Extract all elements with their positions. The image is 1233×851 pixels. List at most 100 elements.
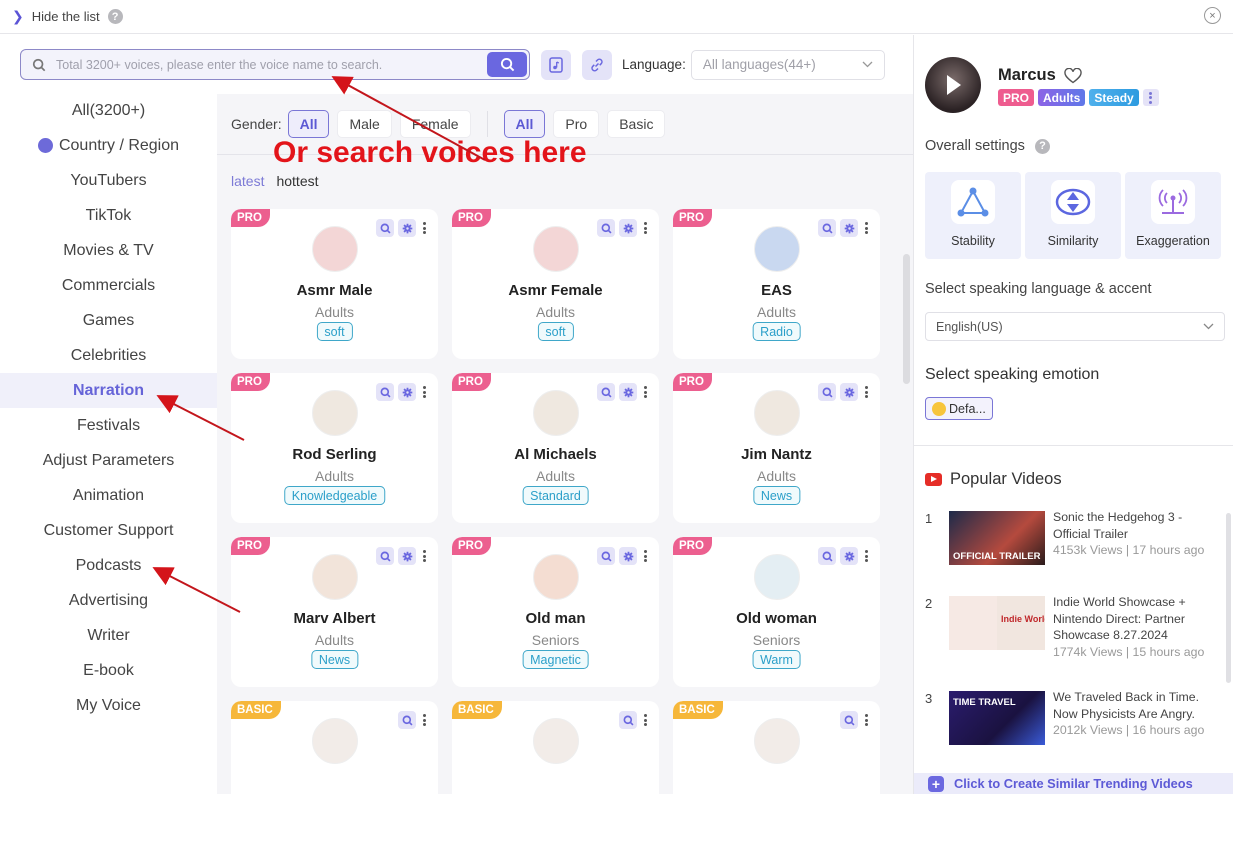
voice-list-scrollbar[interactable] xyxy=(903,254,910,384)
preview-button[interactable] xyxy=(818,383,836,401)
sort-hottest-tab[interactable]: hottest xyxy=(276,173,318,189)
gender-female-chip[interactable]: Female xyxy=(399,110,471,138)
sidebar-item-podcasts[interactable]: Podcasts xyxy=(0,548,217,583)
more-options-button[interactable] xyxy=(420,384,428,400)
exaggeration-tile[interactable]: Exaggeration xyxy=(1125,172,1221,259)
stability-tile[interactable]: Stability xyxy=(925,172,1021,259)
preview-button[interactable] xyxy=(619,711,637,729)
preview-button[interactable] xyxy=(376,219,394,237)
sort-latest-tab[interactable]: latest xyxy=(231,173,264,189)
voice-card[interactable]: PRO EAS Adults Radio xyxy=(673,209,880,359)
voice-card[interactable]: PRO Asmr Female Adults soft xyxy=(452,209,659,359)
preview-button[interactable] xyxy=(597,383,615,401)
settings-button[interactable] xyxy=(840,383,858,401)
gender-all-chip[interactable]: All xyxy=(287,110,330,138)
more-options-button[interactable] xyxy=(862,384,870,400)
language-select[interactable]: All languages(44+) xyxy=(690,49,885,80)
voice-card[interactable]: PRO Jim Nantz Adults News xyxy=(673,373,880,523)
link-button[interactable] xyxy=(582,49,612,80)
video-thumbnail[interactable]: OFFICIAL TRAILER xyxy=(949,511,1045,565)
more-options-button[interactable] xyxy=(641,712,649,728)
audio-file-button[interactable] xyxy=(541,49,571,80)
settings-button[interactable] xyxy=(398,547,416,565)
voice-card[interactable]: PRO Rod Serling Adults Knowledgeable xyxy=(231,373,438,523)
voice-card[interactable]: PRO Marv Albert Adults News xyxy=(231,537,438,687)
settings-button[interactable] xyxy=(398,219,416,237)
gender-male-chip[interactable]: Male xyxy=(337,110,392,138)
tier-all-chip[interactable]: All xyxy=(503,110,546,138)
sidebar-item-games[interactable]: Games xyxy=(0,303,217,338)
tier-pro-chip[interactable]: Pro xyxy=(553,110,600,138)
sidebar-item-narration[interactable]: Narration xyxy=(0,373,217,408)
settings-button[interactable] xyxy=(619,547,637,565)
language-accent-select[interactable]: English(US) xyxy=(925,312,1225,341)
preview-button[interactable] xyxy=(398,711,416,729)
sidebar-item-festivals[interactable]: Festivals xyxy=(0,408,217,443)
more-options-button[interactable] xyxy=(641,384,649,400)
voice-card[interactable]: BASIC xyxy=(231,701,438,851)
sidebar-item-writer[interactable]: Writer xyxy=(0,618,217,653)
sidebar-item-celebrities[interactable]: Celebrities xyxy=(0,338,217,373)
sidebar-item-e-book[interactable]: E-book xyxy=(0,653,217,688)
popular-video-item[interactable]: 1 OFFICIAL TRAILER Sonic the Hedgehog 3 - … xyxy=(925,509,1221,579)
settings-button[interactable] xyxy=(840,219,858,237)
voice-card[interactable]: PRO Old woman Seniors Warm xyxy=(673,537,880,687)
more-options-button[interactable] xyxy=(420,548,428,564)
help-icon[interactable]: ? xyxy=(107,9,123,24)
preview-button[interactable] xyxy=(597,219,615,237)
sidebar-item-adjust-parameters[interactable]: Adjust Parameters xyxy=(0,443,217,478)
voice-card[interactable]: BASIC xyxy=(452,701,659,851)
close-button[interactable]: × xyxy=(1204,7,1221,24)
more-options-button[interactable] xyxy=(862,548,870,564)
sidebar-item-movies-tv[interactable]: Movies & TV xyxy=(0,233,217,268)
preview-button[interactable] xyxy=(376,547,394,565)
popular-videos-scrollbar[interactable] xyxy=(1226,513,1231,683)
settings-button[interactable] xyxy=(398,383,416,401)
preview-button[interactable] xyxy=(818,219,836,237)
sidebar-item-tiktok[interactable]: TikTok xyxy=(0,198,217,233)
preview-button[interactable] xyxy=(597,547,615,565)
more-options-button[interactable] xyxy=(420,220,428,236)
voice-avatar xyxy=(311,718,358,764)
sidebar-item-customer-support[interactable]: Customer Support xyxy=(0,513,217,548)
sidebar-item-advertising[interactable]: Advertising xyxy=(0,583,217,618)
preview-button[interactable] xyxy=(840,711,858,729)
popular-video-item[interactable]: 2 Indie World Indie World Showcase + Ninte… xyxy=(925,594,1221,674)
voice-card[interactable]: PRO Old man Seniors Magnetic xyxy=(452,537,659,687)
voice-avatar-play-button[interactable] xyxy=(925,57,981,113)
video-thumbnail[interactable]: Indie World xyxy=(949,596,1045,650)
heart-icon[interactable] xyxy=(1064,67,1082,84)
sidebar-item-all-3200[interactable]: All(3200+) xyxy=(0,93,217,128)
voice-card[interactable]: PRO Asmr Male Adults soft xyxy=(231,209,438,359)
sidebar-item-youtubers[interactable]: YouTubers xyxy=(0,163,217,198)
more-options-button[interactable] xyxy=(641,220,649,236)
preview-button[interactable] xyxy=(818,547,836,565)
more-options-button[interactable] xyxy=(862,712,870,728)
more-tags-button[interactable] xyxy=(1142,89,1159,106)
search-button[interactable] xyxy=(487,52,527,77)
voice-search-input[interactable] xyxy=(56,57,476,72)
voice-card[interactable]: BASIC xyxy=(673,701,880,851)
settings-button[interactable] xyxy=(619,383,637,401)
video-thumbnail[interactable]: TIME TRAVEL xyxy=(949,691,1045,745)
voice-avatar xyxy=(311,226,358,272)
hide-list-toggle[interactable]: ❯ Hide the list ? xyxy=(12,8,123,25)
sidebar-item-country-region[interactable]: Country / Region xyxy=(0,128,217,163)
emotion-default-chip[interactable]: Defa... xyxy=(925,397,993,420)
sidebar-item-commercials[interactable]: Commercials xyxy=(0,268,217,303)
create-similar-videos-button[interactable]: + Click to Create Similar Trending Video… xyxy=(914,773,1233,794)
sidebar-item-my-voice[interactable]: My Voice xyxy=(0,688,217,723)
more-options-button[interactable] xyxy=(641,548,649,564)
help-icon[interactable]: ? xyxy=(1034,138,1050,154)
voice-card[interactable]: PRO Al Michaels Adults Standard xyxy=(452,373,659,523)
settings-button[interactable] xyxy=(840,547,858,565)
tier-basic-chip[interactable]: Basic xyxy=(607,110,666,138)
preview-button[interactable] xyxy=(376,383,394,401)
sidebar-item-label: Writer xyxy=(87,626,130,644)
more-options-button[interactable] xyxy=(862,220,870,236)
sidebar-item-animation[interactable]: Animation xyxy=(0,478,217,513)
more-options-button[interactable] xyxy=(420,712,428,728)
similarity-tile[interactable]: Similarity xyxy=(1025,172,1121,259)
settings-button[interactable] xyxy=(619,219,637,237)
popular-video-item[interactable]: 3 TIME TRAVEL We Traveled Back in Time. No… xyxy=(925,689,1221,759)
